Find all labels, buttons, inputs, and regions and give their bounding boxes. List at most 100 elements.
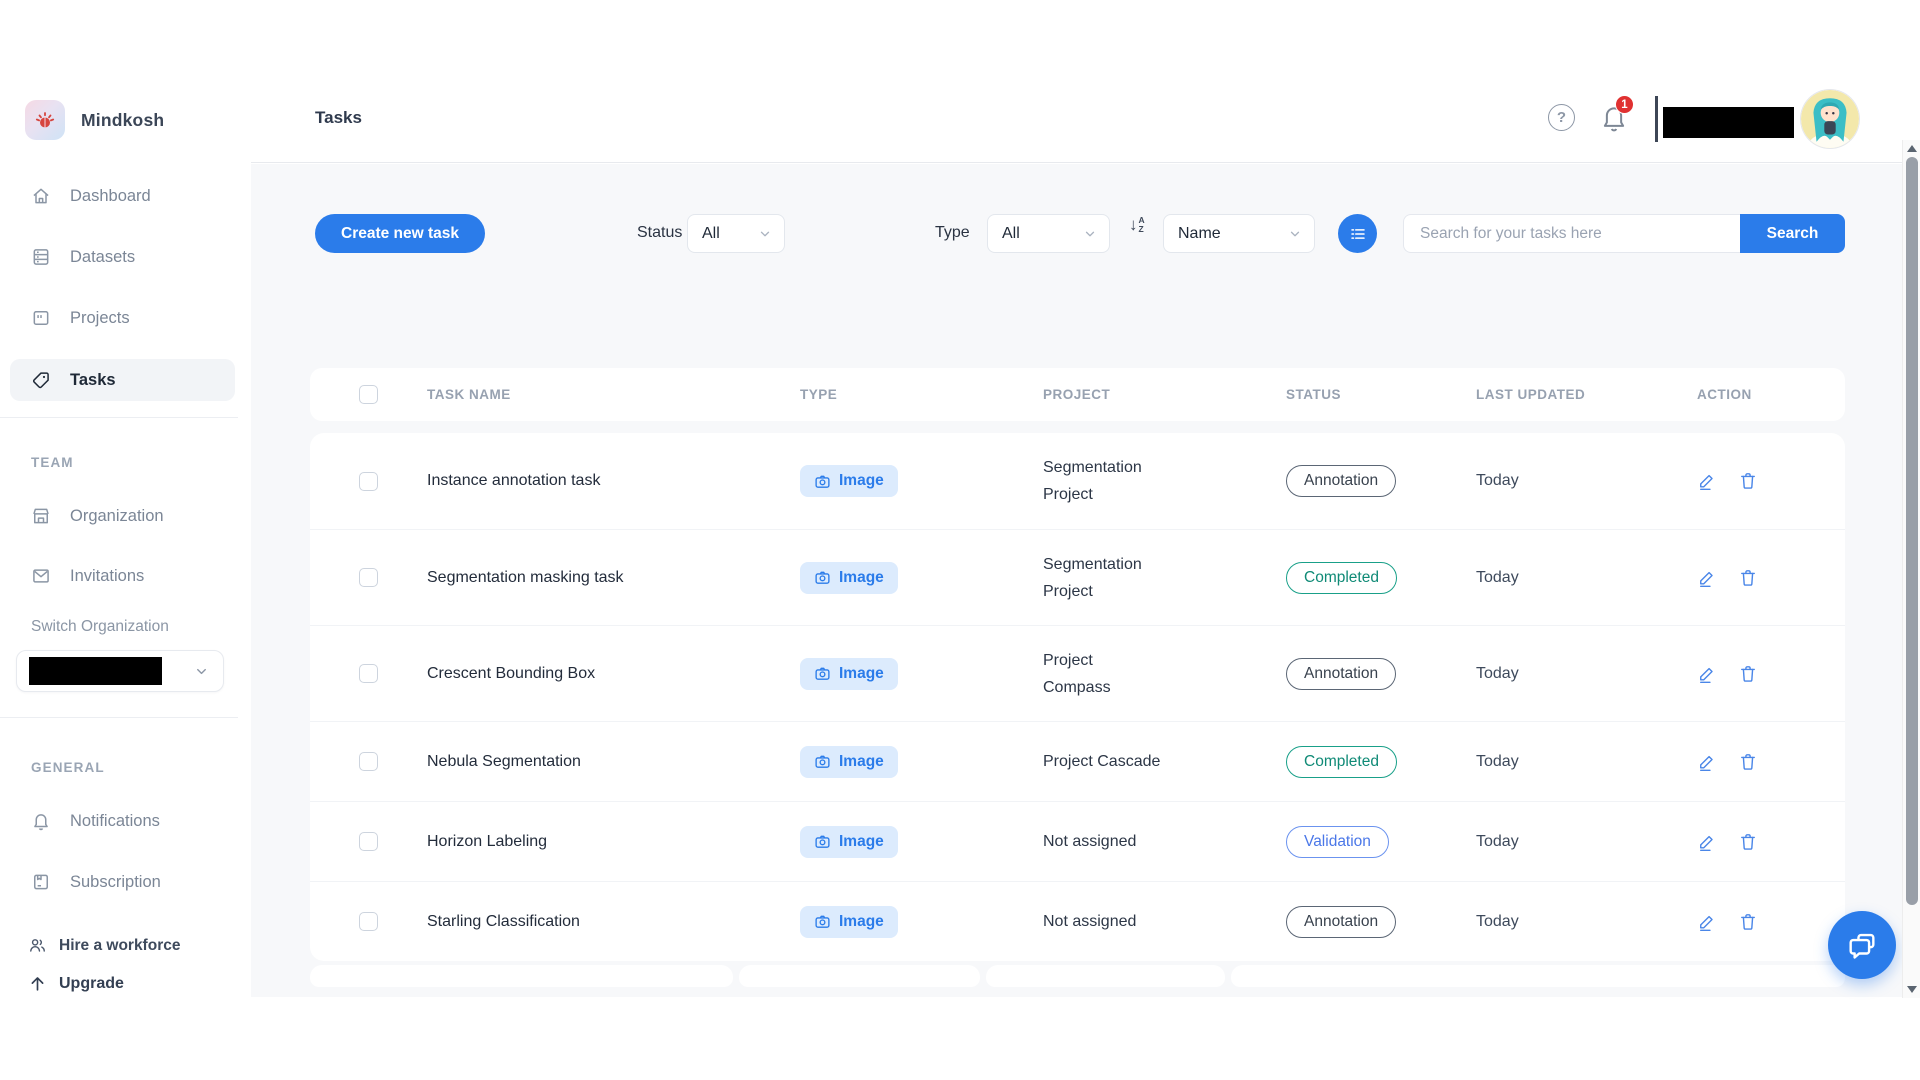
chat-support-button[interactable]: [1828, 911, 1896, 979]
type-filter-select[interactable]: All: [987, 214, 1110, 253]
notification-count-badge: 1: [1615, 95, 1634, 114]
delete-task-button[interactable]: [1738, 752, 1758, 772]
table-row: Nebula Segmentation Image Project Cascad…: [310, 721, 1845, 801]
create-new-task-button[interactable]: Create new task: [315, 214, 485, 253]
trash-icon: [1738, 471, 1758, 491]
sidebar-item-projects[interactable]: Projects: [0, 298, 251, 338]
people-icon: [28, 936, 47, 955]
sidebar-item-invitations[interactable]: Invitations: [0, 556, 251, 596]
status-badge: Validation: [1286, 826, 1389, 858]
delete-task-button[interactable]: [1738, 832, 1758, 852]
sidebar-item-label: Dashboard: [70, 187, 151, 206]
camera-icon: [814, 569, 831, 586]
edit-task-button[interactable]: [1697, 664, 1717, 684]
edit-task-button[interactable]: [1697, 752, 1717, 772]
subscription-icon: [31, 872, 51, 892]
pencil-icon: [1697, 664, 1717, 684]
camera-icon: [814, 473, 831, 490]
switch-organization-label: Switch Organization: [31, 618, 169, 636]
search-input[interactable]: [1403, 214, 1740, 253]
partial-row-segment: [986, 965, 1225, 987]
edit-task-button[interactable]: [1697, 568, 1717, 588]
task-table-body: Instance annotation task Image Segmentat…: [310, 433, 1845, 961]
sidebar-divider: [0, 717, 238, 718]
search-button[interactable]: Search: [1740, 214, 1845, 253]
type-badge: Image: [800, 562, 898, 594]
sidebar-section-general: GENERAL: [31, 760, 105, 775]
sidebar-item-label: Datasets: [70, 248, 135, 267]
delete-task-button[interactable]: [1738, 912, 1758, 932]
sort-by-select[interactable]: Name: [1163, 214, 1315, 253]
status-filter-select[interactable]: All: [687, 214, 785, 253]
project-name: Not assigned: [1043, 908, 1286, 935]
select-all-checkbox[interactable]: [359, 385, 378, 404]
row-checkbox[interactable]: [359, 472, 378, 491]
sidebar-item-dashboard[interactable]: Dashboard: [0, 176, 251, 216]
top-bar: Tasks ? 1: [251, 0, 1920, 163]
sidebar-item-subscription[interactable]: Subscription: [0, 862, 251, 902]
pencil-icon: [1697, 471, 1717, 491]
user-avatar[interactable]: [1801, 90, 1859, 148]
hire-a-workforce-label: Hire a workforce: [59, 937, 180, 955]
sidebar-item-label: Subscription: [70, 873, 161, 892]
last-updated: Today: [1476, 753, 1697, 771]
list-view-button[interactable]: [1338, 214, 1377, 253]
row-checkbox[interactable]: [359, 752, 378, 771]
last-updated: Today: [1476, 665, 1697, 683]
type-badge: Image: [800, 906, 898, 938]
scroll-up-arrow[interactable]: [1907, 145, 1917, 152]
sidebar-item-tasks[interactable]: Tasks: [10, 359, 235, 401]
delete-task-button[interactable]: [1738, 471, 1758, 491]
chevron-down-icon: [1288, 227, 1302, 241]
scrollbar-thumb[interactable]: [1906, 157, 1918, 905]
sidebar-divider: [0, 417, 238, 418]
status-badge: Completed: [1286, 562, 1397, 594]
page-title: Tasks: [315, 108, 362, 128]
row-checkbox[interactable]: [359, 912, 378, 931]
envelope-icon: [31, 566, 51, 586]
page-scrollbar: [1902, 140, 1920, 998]
pencil-icon: [1697, 912, 1717, 932]
camera-icon: [814, 913, 831, 930]
status-badge: Annotation: [1286, 465, 1396, 497]
type-filter-label: Type: [935, 224, 970, 242]
sidebar-item-label: Tasks: [70, 371, 116, 390]
sidebar: Mindkosh Dashboard Datasets Projects Tas…: [0, 0, 251, 1080]
delete-task-button[interactable]: [1738, 664, 1758, 684]
column-header: ACTION: [1697, 387, 1845, 402]
partial-row-segment: [310, 965, 733, 987]
scroll-down-arrow[interactable]: [1907, 986, 1917, 993]
hire-a-workforce-link[interactable]: Hire a workforce: [28, 936, 180, 955]
type-badge: Image: [800, 465, 898, 497]
sort-direction-icon[interactable]: ↓AZ: [1129, 216, 1145, 233]
type-badge: Image: [800, 826, 898, 858]
help-icon[interactable]: ?: [1548, 104, 1575, 131]
trash-icon: [1738, 832, 1758, 852]
edit-task-button[interactable]: [1697, 912, 1717, 932]
trash-icon: [1738, 912, 1758, 932]
edit-task-button[interactable]: [1697, 471, 1717, 491]
row-checkbox[interactable]: [359, 664, 378, 683]
table-header: TASK NAMETYPEPROJECTSTATUSLAST UPDATEDAC…: [310, 368, 1845, 421]
partial-row-segment: [739, 965, 980, 987]
chevron-down-icon: [1083, 227, 1097, 241]
upgrade-label: Upgrade: [59, 975, 124, 993]
row-checkbox[interactable]: [359, 832, 378, 851]
sidebar-item-datasets[interactable]: Datasets: [0, 237, 251, 277]
task-name: Nebula Segmentation: [427, 753, 800, 771]
partial-row-segment: [1231, 965, 1845, 987]
bell-icon: [31, 811, 51, 831]
column-header: STATUS: [1286, 387, 1476, 402]
organization-select[interactable]: [16, 650, 224, 692]
column-header: PROJECT: [1043, 387, 1286, 402]
user-name-redacted[interactable]: [1663, 107, 1794, 138]
row-checkbox[interactable]: [359, 568, 378, 587]
status-badge: Completed: [1286, 746, 1397, 778]
edit-task-button[interactable]: [1697, 832, 1717, 852]
last-updated: Today: [1476, 833, 1697, 851]
upgrade-link[interactable]: Upgrade: [28, 974, 124, 993]
delete-task-button[interactable]: [1738, 568, 1758, 588]
sidebar-item-organization[interactable]: Organization: [0, 496, 251, 536]
table-row: Instance annotation task Image Segmentat…: [310, 433, 1845, 529]
sidebar-item-notifications[interactable]: Notifications: [0, 801, 251, 841]
